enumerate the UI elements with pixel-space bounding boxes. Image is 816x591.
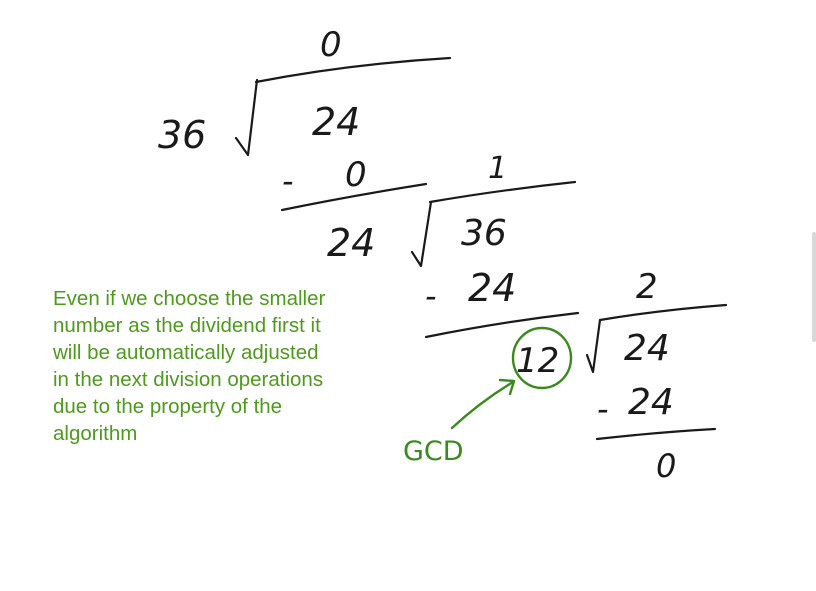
step3-subtraction-line [595, 427, 717, 441]
step1-minus-sign: - [282, 162, 294, 200]
step2-dividend: 36 [461, 213, 507, 254]
step1-dividend: 24 [312, 100, 360, 144]
note-line: algorithm [53, 422, 138, 445]
step2-subtraction-line [424, 311, 580, 339]
step3-divisor: 12 [516, 341, 559, 381]
step2-quotient: 1 [488, 151, 507, 186]
gcd-arrow-shaft [450, 380, 515, 430]
gcd-label: GCD [403, 436, 464, 467]
step1-remainder: 24 [327, 221, 375, 265]
step3-dividend: 24 [624, 328, 670, 369]
step3-remainder: 0 [656, 447, 676, 485]
step1-division-bar [254, 56, 452, 84]
step1-division-bracket [234, 78, 259, 157]
step2-division-bracket [410, 200, 433, 268]
step3-division-bar [598, 303, 728, 322]
step1-divisor: 36 [158, 113, 206, 157]
explanation-note: Even if we choose the smaller number as … [53, 285, 373, 447]
step3-quotient: 2 [636, 267, 658, 307]
note-line: will be automatically adjusted [53, 341, 319, 364]
note-line: Even if we choose the smaller [53, 287, 326, 310]
step3-minus-sign: - [597, 390, 609, 428]
step2-subtrahend: 24 [468, 266, 516, 310]
step3-subtrahend: 24 [628, 382, 674, 423]
step3-division-bracket [585, 318, 602, 374]
step1-quotient: 0 [320, 25, 342, 65]
note-line: in the next division operations [53, 368, 324, 391]
scrollbar-edge[interactable] [812, 232, 816, 342]
note-line: due to the property of the [53, 395, 283, 418]
step2-minus-sign: - [425, 277, 437, 315]
note-line: number as the dividend first it [53, 314, 321, 337]
step1-subtrahend: 0 [345, 155, 367, 195]
